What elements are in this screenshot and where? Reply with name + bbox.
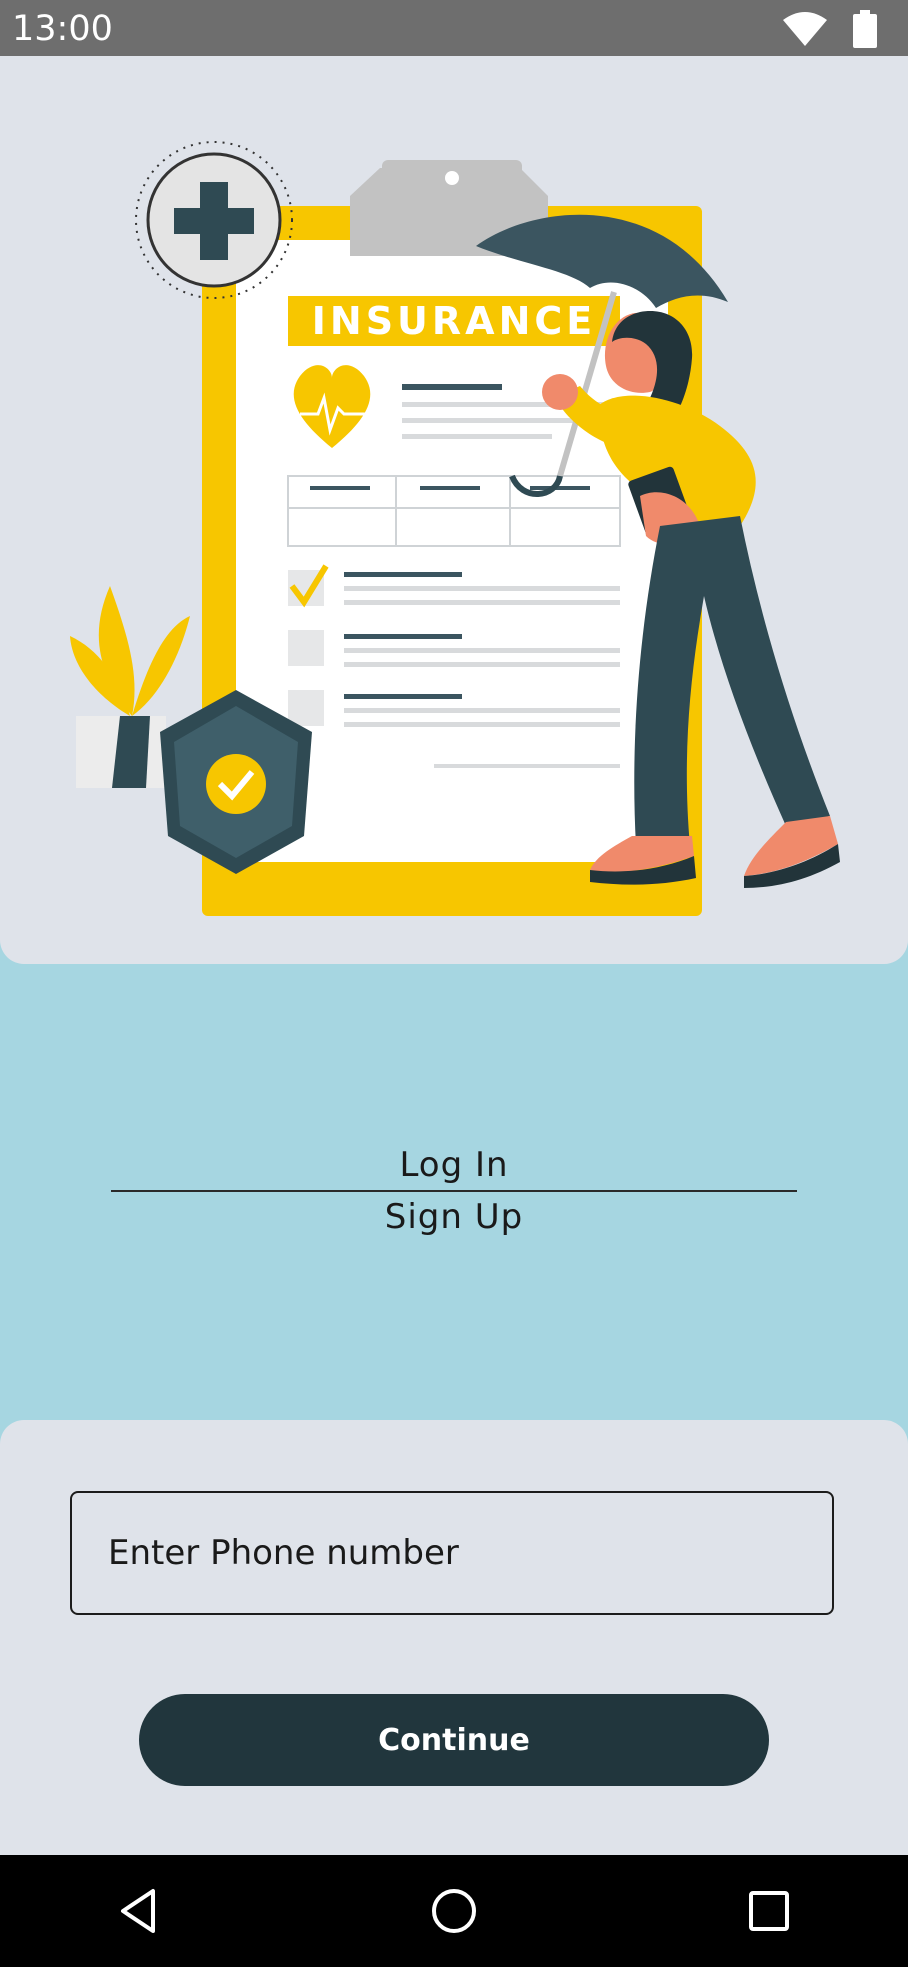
status-icons: [782, 10, 892, 48]
battery-icon: [853, 10, 877, 48]
tab-signup[interactable]: Sign Up: [111, 1197, 797, 1237]
status-bar: 13:00: [0, 0, 908, 56]
navigation-bar: [0, 1855, 908, 1967]
auth-toggle: Log In Sign Up: [111, 1140, 797, 1240]
status-time: 13:00: [12, 9, 113, 49]
wifi-icon: [783, 12, 827, 46]
hero-card: INSURANCE: [0, 56, 908, 964]
form-card: Continue: [0, 1420, 908, 1855]
insurance-illustration: INSURANCE: [70, 141, 840, 916]
phone-number-input[interactable]: [70, 1491, 834, 1615]
auth-divider: [111, 1190, 797, 1192]
insurance-banner-label: INSURANCE: [312, 299, 596, 343]
home-icon[interactable]: [426, 1883, 482, 1939]
continue-button[interactable]: Continue: [139, 1694, 769, 1786]
back-icon[interactable]: [111, 1883, 167, 1939]
tab-login[interactable]: Log In: [111, 1145, 797, 1185]
recents-icon[interactable]: [741, 1883, 797, 1939]
